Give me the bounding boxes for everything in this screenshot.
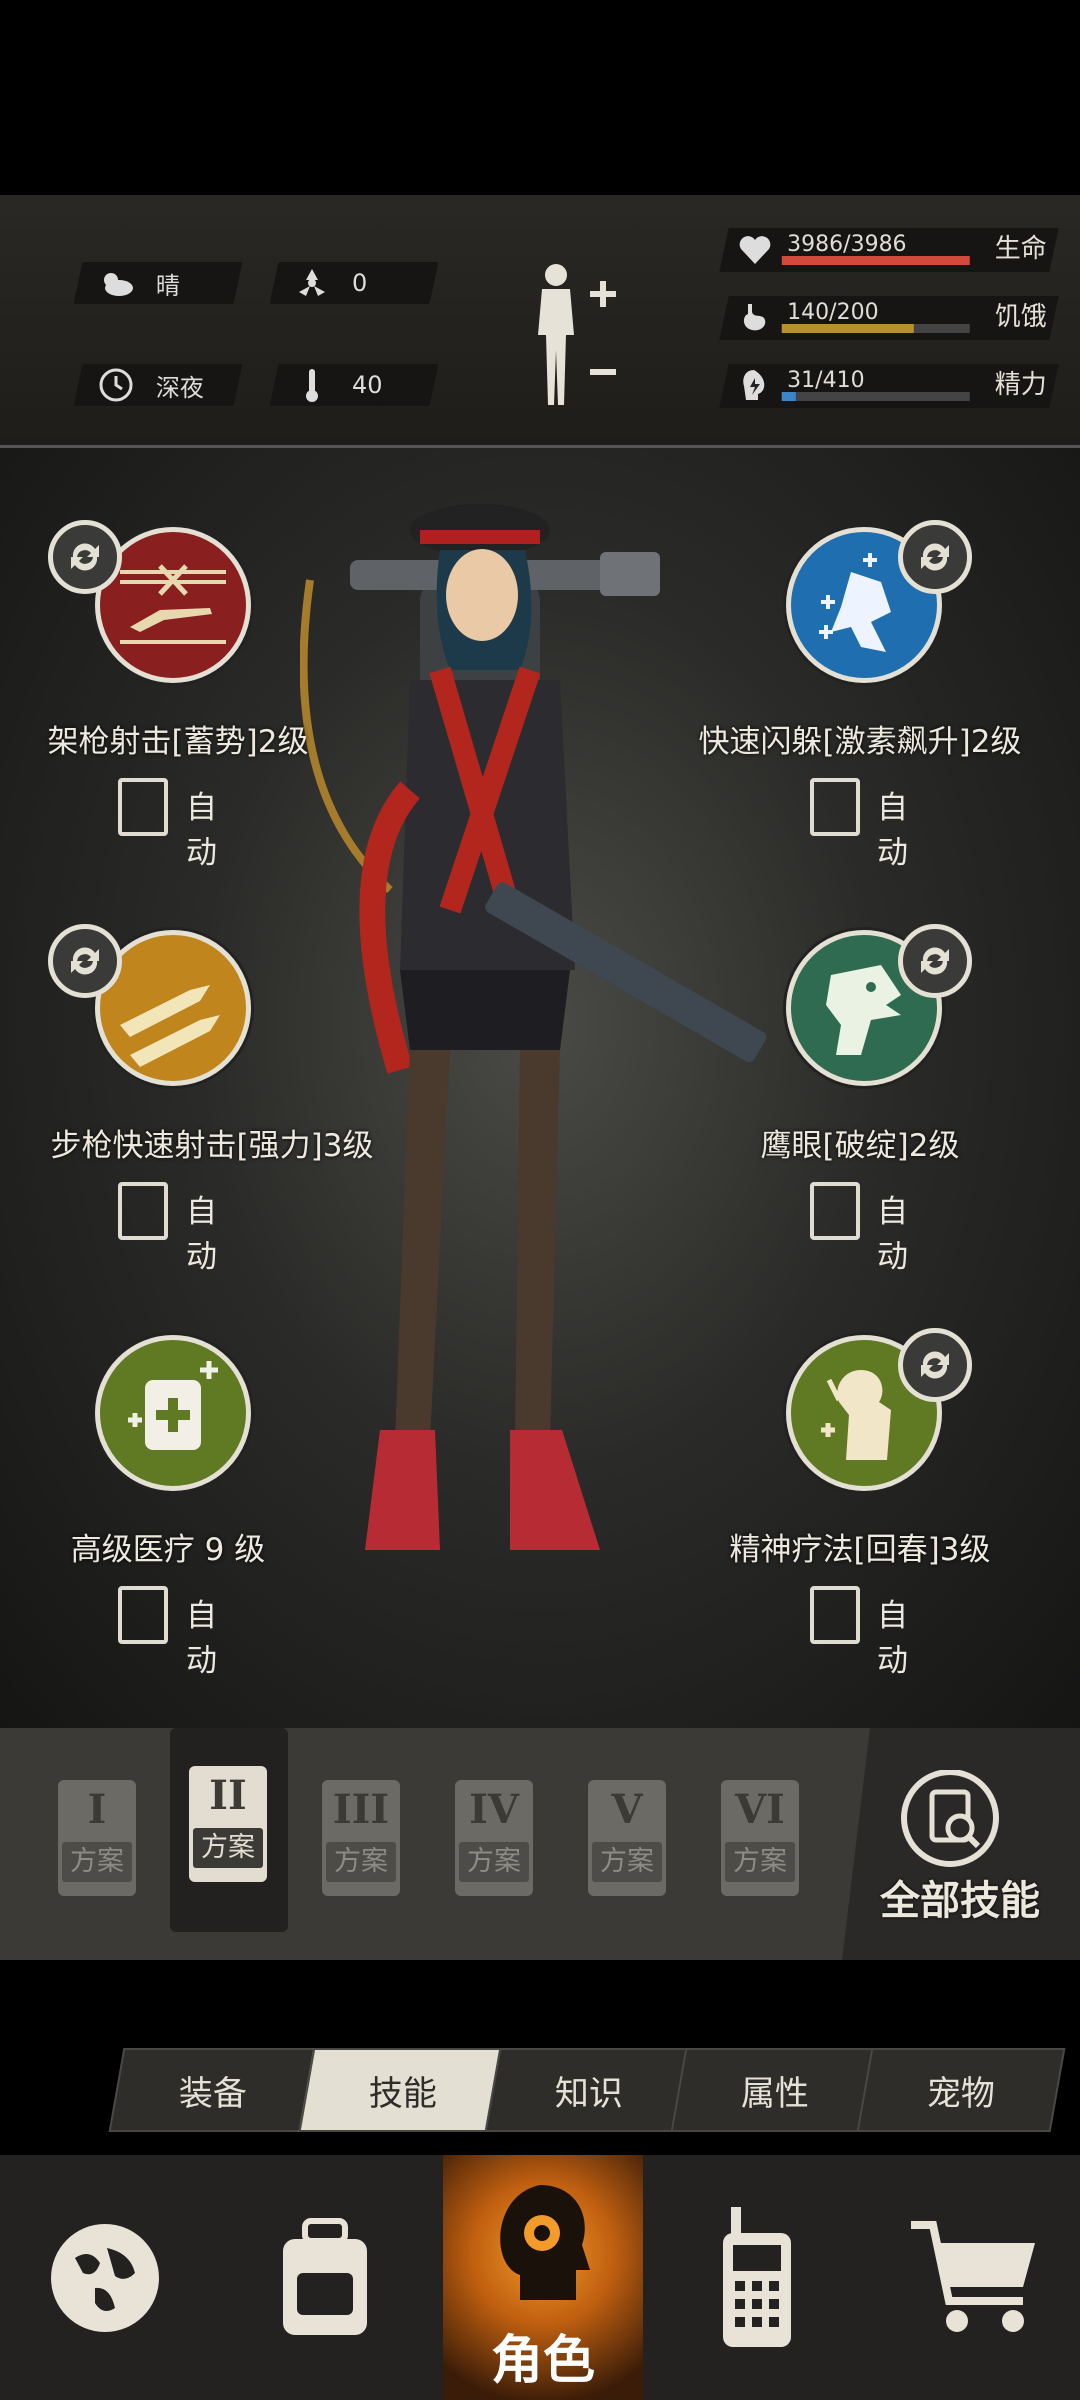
auto-checkbox[interactable] [118, 1586, 168, 1644]
backpack-icon [283, 2217, 367, 2335]
globe-icon [51, 2223, 159, 2332]
plan-label: 方案 [193, 1828, 263, 1868]
plan-numeral: V [611, 1786, 643, 1833]
head-gear-icon [500, 2185, 590, 2300]
auto-checkbox[interactable] [118, 778, 168, 836]
swap-icon[interactable] [898, 520, 972, 594]
skill-name: 高级医疗 9 级 [70, 1532, 266, 1568]
plan-button-3[interactable]: III 方案 [322, 1780, 402, 1898]
nav-world-button[interactable] [0, 2155, 210, 2400]
swap-icon[interactable] [898, 1328, 972, 1402]
tab-skills[interactable]: 技能 [298, 2048, 508, 2132]
plan-label: 方案 [725, 1842, 795, 1882]
tab-equipment[interactable]: 装备 [108, 2048, 318, 2132]
auto-checkbox[interactable] [810, 778, 860, 836]
tab-label: 装备 [179, 2073, 247, 2114]
walkie-talkie-icon [723, 2206, 791, 2347]
all-skills-label: 全部技能 [880, 1878, 1040, 1924]
auto-checkbox[interactable] [810, 1182, 860, 1240]
auto-label: 自动 [877, 790, 908, 871]
plan-label: 方案 [459, 1842, 529, 1882]
nav-shop-button[interactable] [870, 2155, 1080, 2400]
auto-label: 自动 [877, 1194, 908, 1275]
tab-label: 技能 [369, 2073, 437, 2114]
swap-icon[interactable] [898, 924, 972, 998]
plan-button-6[interactable]: VI 方案 [721, 1780, 801, 1898]
nav-character-label: 角色 [490, 2331, 595, 2391]
plan-numeral: II [209, 1772, 247, 1819]
plan-numeral: VI [735, 1786, 785, 1833]
skill-name: 步枪快速射击[强力]3级 [50, 1128, 374, 1164]
magnifier-doc-icon [901, 1770, 999, 1867]
plan-label: 方案 [326, 1842, 396, 1882]
skill-name: 精神疗法[回春]3级 [729, 1532, 991, 1568]
tab-label: 属性 [741, 2073, 809, 2114]
skill-grid: 架枪射击[蓄势]2级 自动 快速闪躲[激素飙升]2级 自动 步枪快速射击[强力]… [0, 0, 1080, 2400]
auto-label: 自动 [186, 790, 217, 871]
plan-numeral: IV [469, 1786, 519, 1833]
plan-button-1[interactable]: I 方案 [58, 1780, 138, 1898]
plan-button-4[interactable]: IV 方案 [455, 1780, 535, 1898]
tab-attributes[interactable]: 属性 [670, 2048, 880, 2132]
plan-label: 方案 [592, 1842, 662, 1882]
swap-icon[interactable] [48, 924, 122, 998]
tab-label: 知识 [555, 2073, 623, 2114]
skill-name: 快速闪躲[激素飙升]2级 [698, 724, 1022, 760]
plan-button-2[interactable]: II 方案 [189, 1766, 269, 1884]
swap-icon[interactable] [48, 520, 122, 594]
auto-checkbox[interactable] [118, 1182, 168, 1240]
auto-label: 自动 [186, 1194, 217, 1275]
tab-label: 宠物 [927, 2073, 995, 2114]
plan-numeral: I [87, 1786, 107, 1833]
nav-radio-button[interactable] [652, 2155, 862, 2400]
medical-kit-icon[interactable] [95, 1335, 251, 1491]
auto-label: 自动 [186, 1598, 217, 1679]
auto-checkbox[interactable] [810, 1586, 860, 1644]
plan-numeral: III [332, 1786, 390, 1833]
skill-name: 鹰眼[破绽]2级 [760, 1128, 960, 1164]
tab-pets[interactable]: 宠物 [856, 2048, 1066, 2132]
shopping-cart-icon [911, 2220, 1035, 2332]
skill-name: 架枪射击[蓄势]2级 [47, 724, 309, 760]
tab-knowledge[interactable]: 知识 [484, 2048, 694, 2132]
nav-backpack-button[interactable] [220, 2155, 430, 2400]
plan-button-5[interactable]: V 方案 [588, 1780, 668, 1898]
auto-label: 自动 [877, 1598, 908, 1679]
plan-label: 方案 [62, 1842, 132, 1882]
